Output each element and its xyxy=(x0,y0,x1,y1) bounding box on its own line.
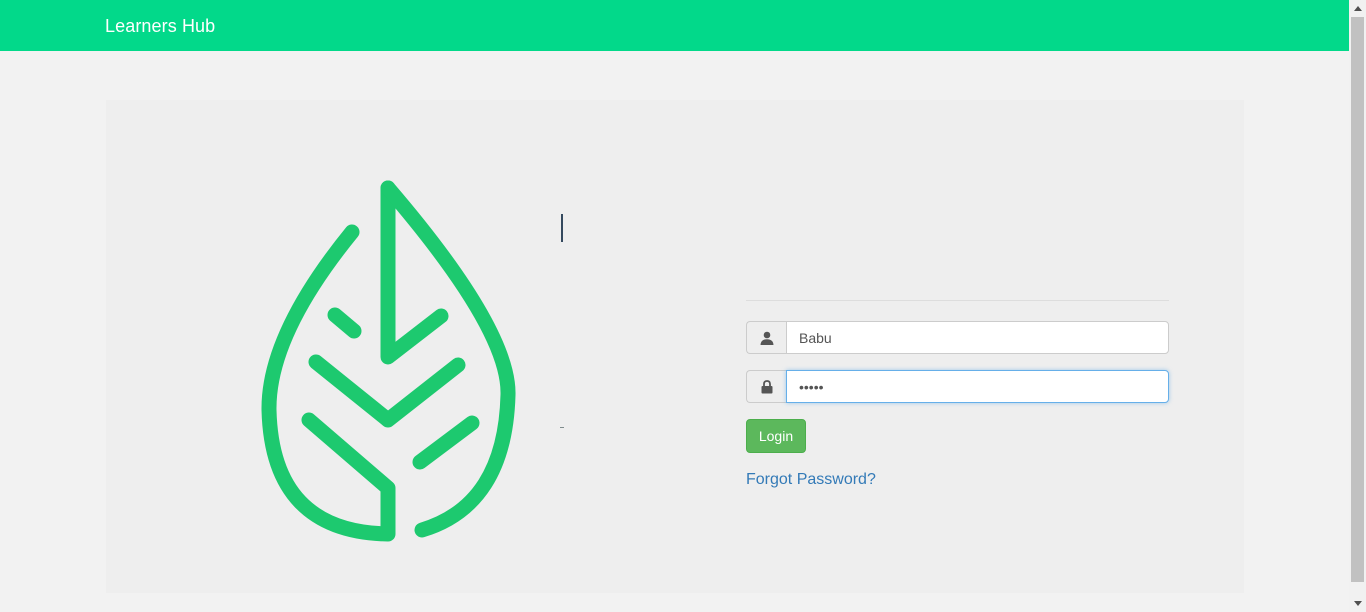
text-cursor xyxy=(561,214,563,242)
leaf-logo-icon xyxy=(261,180,516,542)
top-navbar: Learners Hub xyxy=(0,0,1349,51)
user-icon xyxy=(746,321,786,354)
lock-icon xyxy=(746,370,786,403)
password-input[interactable] xyxy=(786,370,1169,403)
scroll-down-arrow-icon[interactable] xyxy=(1349,595,1366,612)
username-group xyxy=(746,321,1169,354)
scroll-up-arrow-icon[interactable] xyxy=(1349,0,1366,17)
forgot-password-link[interactable]: Forgot Password? xyxy=(746,470,876,490)
login-button[interactable]: Login xyxy=(746,419,806,453)
scroll-thumb[interactable] xyxy=(1351,17,1364,582)
decorative-dash xyxy=(560,427,564,428)
brand-title[interactable]: Learners Hub xyxy=(105,15,215,37)
vertical-scrollbar[interactable] xyxy=(1349,0,1366,612)
username-input[interactable] xyxy=(786,321,1169,354)
form-divider xyxy=(746,300,1169,301)
password-group xyxy=(746,370,1169,403)
